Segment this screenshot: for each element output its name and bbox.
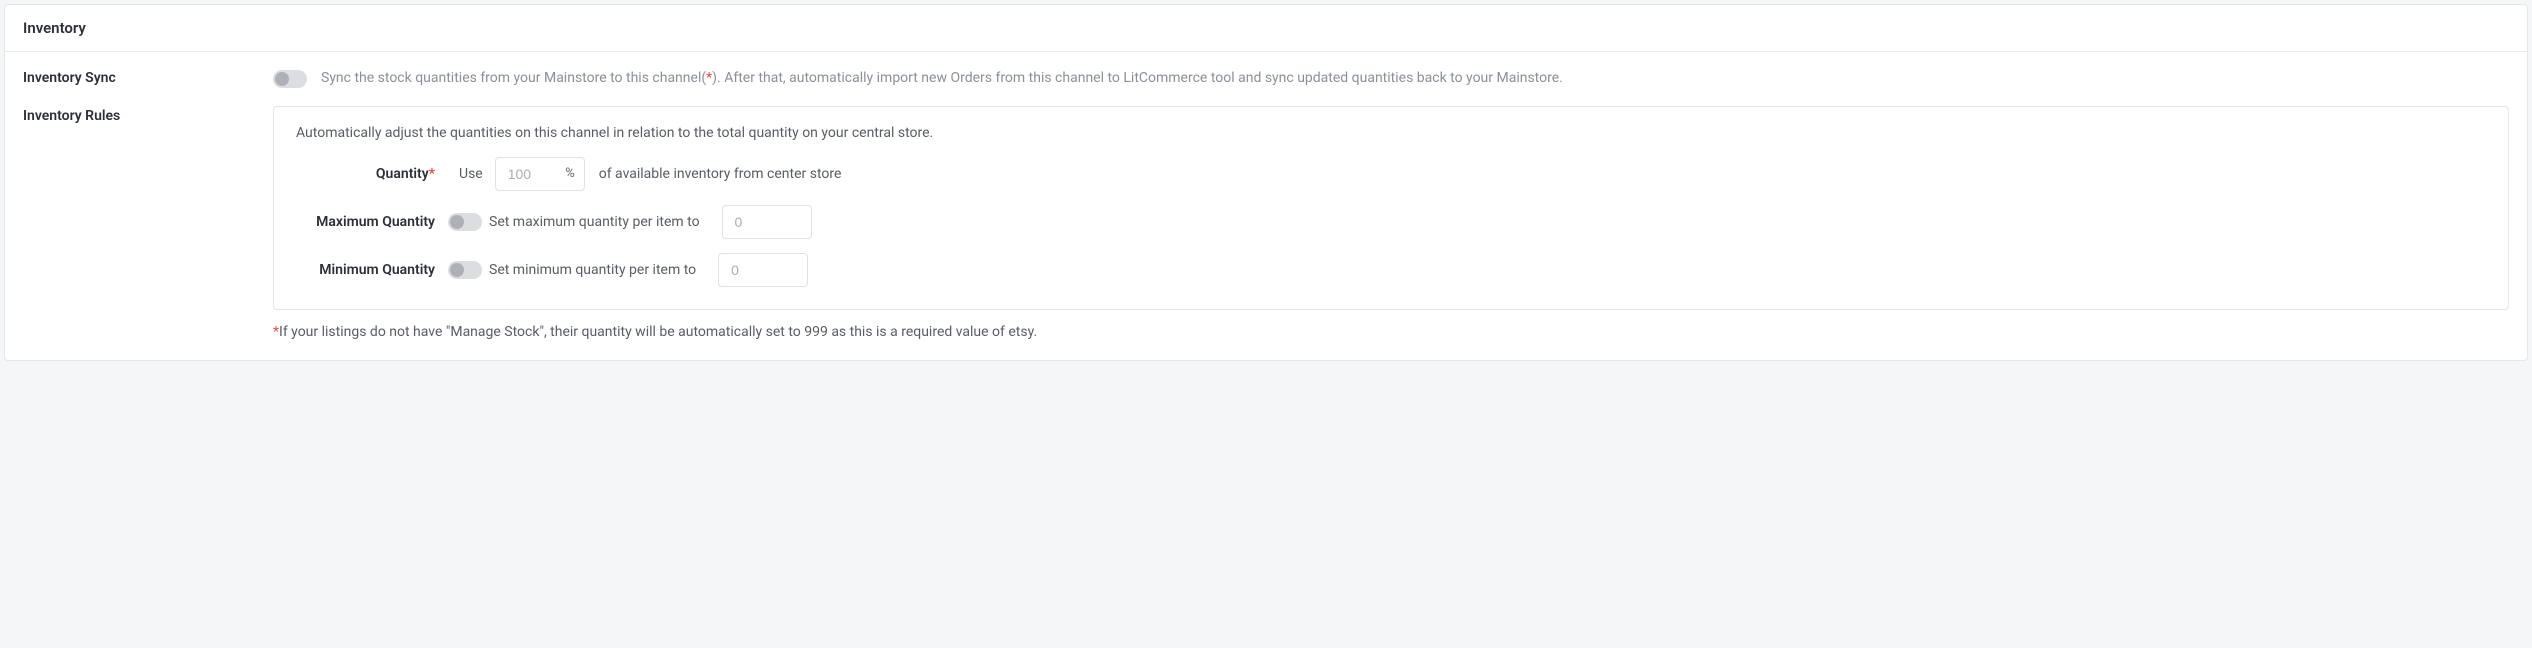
inventory-panel: Inventory Inventory Sync Sync the stock … — [4, 4, 2528, 361]
quantity-label-text: Quantity — [376, 166, 429, 182]
max-quantity-input-wrap — [722, 205, 812, 239]
min-quantity-label: Minimum Quantity — [296, 262, 441, 278]
quantity-label: Quantity* — [296, 166, 441, 182]
quantity-use-text: Use — [459, 166, 483, 182]
min-quantity-row: Minimum Quantity Set minimum quantity pe… — [296, 253, 2486, 287]
quantity-input[interactable] — [495, 157, 585, 191]
asterisk-icon: * — [429, 166, 435, 182]
inventory-rules-label: Inventory Rules — [23, 106, 273, 124]
quantity-input-wrap: % — [495, 157, 585, 191]
inventory-sync-desc-part2: ). After that, automatically import new … — [712, 70, 1563, 86]
panel-header: Inventory — [5, 5, 2527, 52]
inventory-rules-box: Automatically adjust the quantities on t… — [273, 106, 2509, 310]
max-quantity-label: Maximum Quantity — [296, 214, 441, 230]
section-inventory-rules: Inventory Rules Automatically adjust the… — [5, 90, 2527, 360]
inventory-sync-label: Inventory Sync — [23, 68, 273, 86]
min-quantity-text: Set minimum quantity per item to — [489, 262, 696, 278]
max-quantity-row: Maximum Quantity Set maximum quantity pe… — [296, 205, 2486, 239]
inventory-rules-footnote-text: If your listings do not have "Manage Sto… — [279, 324, 1037, 340]
inventory-sync-toggle[interactable] — [273, 70, 307, 88]
inventory-rules-footnote: *If your listings do not have "Manage St… — [273, 324, 2509, 340]
max-quantity-input[interactable] — [722, 205, 812, 239]
inventory-sync-description: Sync the stock quantities from your Main… — [321, 68, 1563, 90]
max-quantity-toggle[interactable] — [448, 213, 482, 231]
panel-title: Inventory — [23, 19, 2509, 37]
inventory-sync-desc-part1: Sync the stock quantities from your Main… — [321, 70, 706, 86]
quantity-after-text: of available inventory from center store — [599, 166, 842, 182]
quantity-row: Quantity* Use % of available inventory f… — [296, 157, 2486, 191]
section-inventory-sync: Inventory Sync Sync the stock quantities… — [5, 52, 2527, 90]
min-quantity-toggle[interactable] — [448, 261, 482, 279]
max-quantity-text: Set maximum quantity per item to — [489, 214, 700, 230]
min-quantity-input[interactable] — [718, 253, 808, 287]
inventory-rules-intro: Automatically adjust the quantities on t… — [296, 125, 2486, 141]
min-quantity-input-wrap — [718, 253, 808, 287]
